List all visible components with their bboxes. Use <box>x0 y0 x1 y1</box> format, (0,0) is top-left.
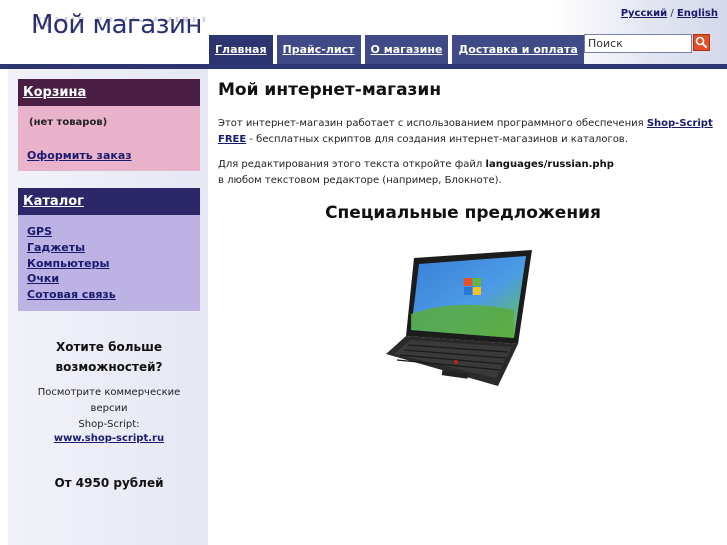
cart-empty-text: (нет товаров) <box>29 117 108 128</box>
edit-text-after: в любом текстовом редакторе (например, Б… <box>218 175 502 186</box>
intro-paragraph: Этот интернет-магазин работает с использ… <box>218 116 723 148</box>
cart-header: Корзина <box>18 79 200 106</box>
product-laptop-image[interactable] <box>386 250 534 392</box>
tab-delivery[interactable]: Доставка и оплата <box>452 35 584 64</box>
catalog-item-gadgets[interactable]: Гаджеты <box>27 241 85 254</box>
promo-price: От 4950 рублей <box>54 476 164 490</box>
cart-title-link[interactable]: Корзина <box>23 85 86 100</box>
catalog-header: Каталог <box>18 188 200 215</box>
catalog-item-mobile[interactable]: Сотовая связь <box>27 288 116 301</box>
cart-body: (нет товаров) Оформить заказ <box>18 106 200 171</box>
laptop-image <box>386 250 532 386</box>
magnifier-icon <box>695 36 708 49</box>
checkout-link[interactable]: Оформить заказ <box>27 149 132 162</box>
logo-reflection: Мой магазин <box>31 17 207 31</box>
lang-english-link[interactable]: English <box>677 8 718 19</box>
language-switcher: Русский / English <box>621 8 718 19</box>
promo-text: Посмотрите коммерческие версии Shop-Scri… <box>18 385 200 433</box>
shop-script-link-line1: Shop-Script <box>646 118 713 129</box>
edit-text-before: Для редактирования этого текста откройте… <box>218 159 486 170</box>
search-input[interactable] <box>584 34 692 53</box>
catalog-title-link[interactable]: Каталог <box>23 194 84 209</box>
tab-about[interactable]: О магазине <box>364 35 449 64</box>
catalog-item-glasses[interactable]: Очки <box>27 272 59 285</box>
promo-text-line2: Shop-Script: <box>78 419 140 430</box>
promo-title-line2: возможностей? <box>55 360 163 374</box>
main-nav: Главная Прайс-лист О магазине Доставка и… <box>209 35 588 64</box>
promo-link[interactable]: www.shop-script.ru <box>18 433 200 444</box>
tab-home[interactable]: Главная <box>209 35 273 64</box>
intro-text-after: - бесплатных скриптов для создания интер… <box>246 134 628 145</box>
special-offers-title: Специальные предложения <box>325 203 601 223</box>
catalog-item-computers[interactable]: Компьютеры <box>27 257 109 270</box>
lang-separator: / <box>670 8 674 19</box>
page-title: Мой интернет-магазин <box>218 80 442 100</box>
tab-price-list[interactable]: Прайс-лист <box>276 35 361 64</box>
search-button[interactable] <box>693 34 710 51</box>
intro-text-before: Этот интернет-магазин работает с использ… <box>218 118 647 129</box>
language-file-name: languages/russian.php <box>485 159 614 170</box>
promo-title-line1: Хотите больше <box>55 340 162 354</box>
shop-script-link-line2: FREE <box>218 134 247 145</box>
promo-text-line1: Посмотрите коммерческие версии <box>37 387 181 414</box>
catalog-item-gps[interactable]: GPS <box>27 225 52 238</box>
promo-title: Хотите больше возможностей? <box>18 337 200 377</box>
lang-russian-link[interactable]: Русский <box>621 8 668 19</box>
edit-paragraph: Для редактирования этого текста откройте… <box>218 157 723 189</box>
catalog-body: GPS Гаджеты Компьютеры Очки Сотовая связ… <box>18 215 200 311</box>
